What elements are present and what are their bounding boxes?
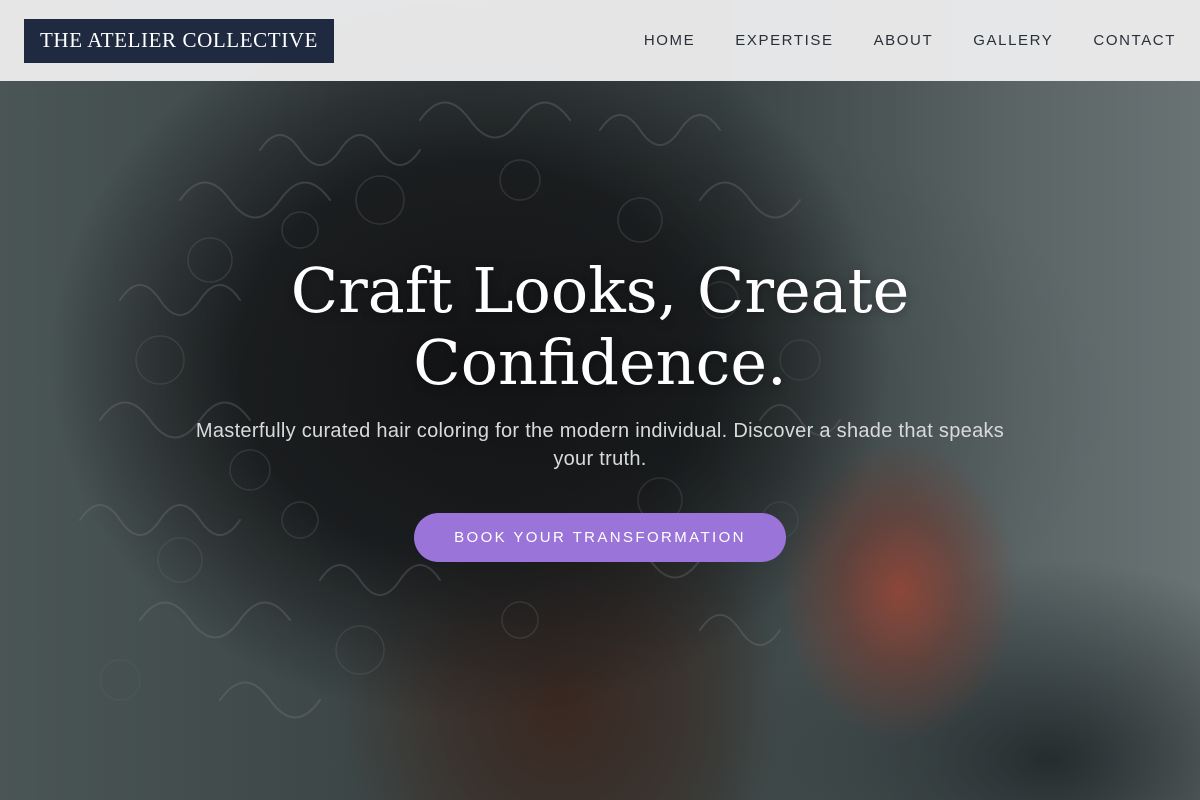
main-nav: HOME EXPERTISE ABOUT GALLERY CONTACT bbox=[644, 32, 1176, 49]
brand-logo[interactable]: THE ATELIER COLLECTIVE bbox=[24, 18, 334, 63]
site-header: THE ATELIER COLLECTIVE HOME EXPERTISE AB… bbox=[0, 0, 1200, 81]
hero-subtext: Masterfully curated hair coloring for th… bbox=[195, 420, 1005, 470]
nav-contact[interactable]: CONTACT bbox=[1093, 32, 1176, 49]
nav-about[interactable]: ABOUT bbox=[874, 32, 934, 49]
nav-gallery[interactable]: GALLERY bbox=[973, 32, 1053, 49]
book-transformation-button[interactable]: BOOK YOUR TRANSFORMATION bbox=[414, 513, 786, 562]
hero-content: Craft Looks, Create Confidence. Masterfu… bbox=[0, 255, 1200, 562]
hero-headline: Craft Looks, Create Confidence. bbox=[290, 254, 910, 399]
nav-home[interactable]: HOME bbox=[644, 32, 695, 49]
nav-expertise[interactable]: EXPERTISE bbox=[735, 32, 833, 49]
